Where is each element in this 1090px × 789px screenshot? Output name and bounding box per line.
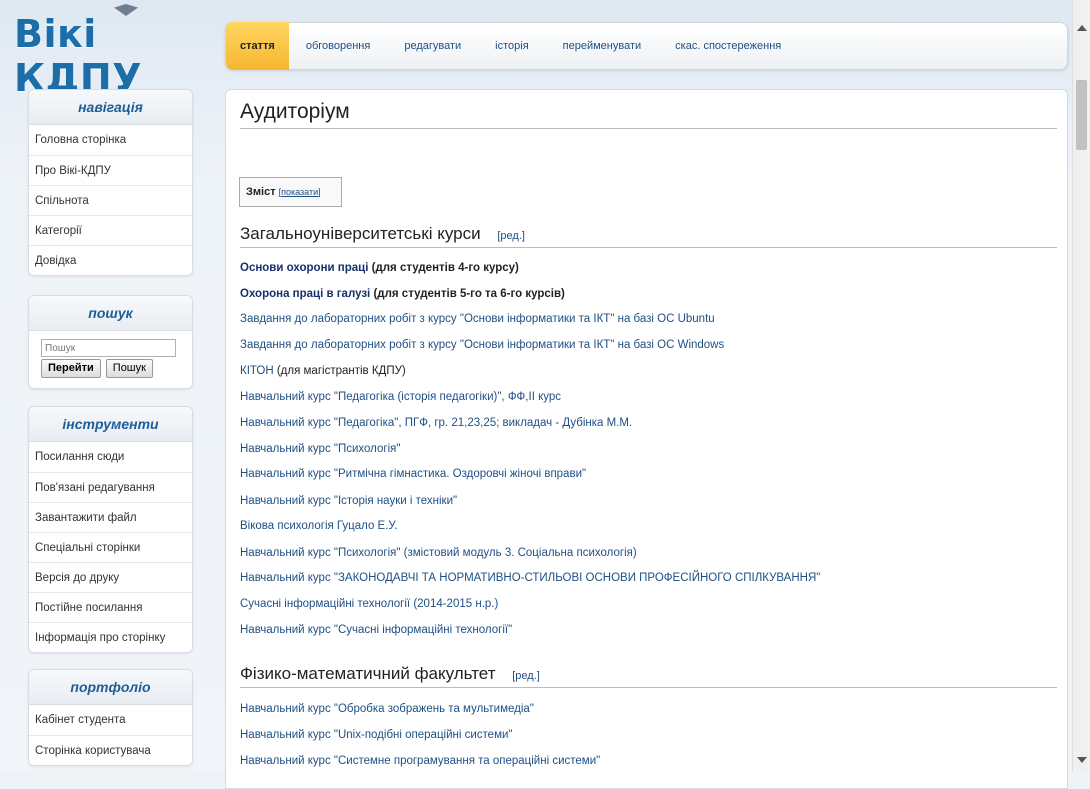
section-title: Фізико-математичний факультет [240,664,496,683]
search-button[interactable]: Пошук [105,359,153,378]
entry-link[interactable]: Навчальний курс "Педагогіка", ПГФ, гр. 2… [240,417,632,429]
list-item: Навчальний курс "Системне програмування … [240,755,600,767]
scrollbar-thumb[interactable] [1076,80,1087,150]
entry-link[interactable]: Навчальний курс "Сучасні інформаційні те… [240,624,512,636]
page-title: Аудиторіум [240,100,1057,129]
site-logo-text: Вікі КДПУ [14,12,143,100]
toc-label: Зміст [246,186,276,198]
section-heading: Загальноуніверситетські курси [ред.] [240,224,1057,248]
navigation-title: навігація [29,90,192,125]
entry-link[interactable]: Вікова психологія Гуцало Е.У. [240,520,397,532]
entry-link[interactable]: Сучасні інформаційні технології (2014-20… [240,598,498,610]
entry-note: (для студентів 4-го курсу) [368,262,519,274]
list-item: КІТОН (для магістрантів КДПУ) [240,365,406,377]
section-title: Загальноуніверситетські курси [240,224,481,243]
portfolio-item-user-page[interactable]: Сторінка користувача [29,735,192,765]
list-item: Завдання до лабораторних робіт з курсу "… [240,313,715,325]
portfolio-title: портфоліо [29,670,192,705]
scroll-down-icon[interactable] [1077,757,1087,763]
portfolio-panel: портфоліо Кабінет студента Сторінка кори… [28,669,193,766]
search-title: пошук [29,296,192,331]
entry-link[interactable]: Навчальний курс "Психологія" (змістовий … [240,547,637,559]
tab-discussion[interactable]: обговорення [289,22,388,70]
tools-item-upload-file[interactable]: Завантажити файл [29,502,192,532]
entry-link[interactable]: Навчальний курс "ЗАКОНОДАВЧІ ТА НОРМАТИВ… [240,572,820,584]
section-edit-link[interactable]: [ред.] [497,230,525,242]
tab-edit[interactable]: редагувати [387,22,478,70]
list-item: Навчальний курс "Психологія" (змістовий … [240,547,637,559]
list-item: Навчальний курс "Unix-подібні операційні… [240,729,513,741]
navigation-panel: навігація Головна сторінка Про Вікі-КДПУ… [28,89,193,276]
entry-link[interactable]: Охорона праці в галузі [240,288,370,300]
entry-link[interactable]: Навчальний курс "Unix-подібні операційні… [240,729,513,741]
list-item: Охорона праці в галузі (для студентів 5-… [240,288,565,300]
search-panel: пошук Перейти Пошук [28,295,193,389]
entry-link[interactable]: Завдання до лабораторних робіт з курсу "… [240,313,715,325]
entry-note: (для студентів 5-го та 6-го курсів) [370,288,565,300]
tools-item-related-changes[interactable]: Пов'язані редагування [29,472,192,502]
nav-item-main-page[interactable]: Головна сторінка [29,125,192,155]
section-heading: Фізико-математичний факультет [ред.] [240,664,1057,688]
tools-item-printable-version[interactable]: Версія до друку [29,562,192,592]
entry-link[interactable]: Основи охорони праці [240,262,368,274]
list-item: Навчальний курс "Історія науки і техніки… [240,495,457,507]
list-item: Сучасні інформаційні технології (2014-20… [240,598,498,610]
list-item: Основи охорони праці (для студентів 4-го… [240,262,519,274]
entry-link[interactable]: Навчальний курс "Психологія" [240,443,400,455]
toc-toggle-link[interactable]: показати [281,187,318,197]
site-logo[interactable]: Вікі КДПУ [14,4,224,100]
nav-item-about[interactable]: Про Вікі-КДПУ [29,155,192,185]
list-item: Вікова психологія Гуцало Е.У. [240,520,397,532]
tools-item-page-info[interactable]: Інформація про сторінку [29,622,192,652]
table-of-contents: Зміст [показати] [239,177,342,207]
search-input[interactable] [41,339,176,357]
tab-rename[interactable]: перейменувати [546,22,659,70]
nav-item-help[interactable]: Довідка [29,245,192,275]
page-tabs: стаття обговорення редагувати історія пе… [225,22,1068,70]
tools-item-permanent-link[interactable]: Постійне посилання [29,592,192,622]
portfolio-item-student-cabinet[interactable]: Кабінет студента [29,705,192,735]
tools-title: інструменти [29,407,192,442]
entry-link[interactable]: Навчальний курс "Системне програмування … [240,755,600,767]
main-content: Аудиторіум Зміст [показати] Загальноунів… [225,89,1068,789]
entry-link[interactable]: КІТОН [240,365,274,377]
tools-item-what-links-here[interactable]: Посилання сюди [29,442,192,472]
list-item: Навчальний курс "ЗАКОНОДАВЧІ ТА НОРМАТИВ… [240,572,820,584]
list-item: Навчальний курс "Психологія" [240,443,400,455]
entry-link[interactable]: Навчальний курс "Ритмічна гімнастика. Оз… [240,468,586,480]
nav-item-categories[interactable]: Категорії [29,215,192,245]
list-item: Навчальний курс "Ритмічна гімнастика. Оз… [240,468,586,480]
list-item: Завдання до лабораторних робіт з курсу "… [240,339,724,351]
list-item: Навчальний курс "Педагогіка", ПГФ, гр. 2… [240,417,632,429]
scroll-up-icon[interactable] [1077,25,1087,31]
toc-toggle[interactable]: [показати] [279,187,321,197]
list-item: Навчальний курс "Педагогіка (історія пед… [240,391,561,403]
entry-link[interactable]: Завдання до лабораторних робіт з курсу "… [240,339,724,351]
tab-unwatch[interactable]: скас. спостереження [658,22,798,70]
entry-link[interactable]: Навчальний курс "Обробка зображень та му… [240,703,534,715]
vertical-scrollbar[interactable] [1072,0,1090,771]
entry-link[interactable]: Навчальний курс "Історія науки і техніки… [240,495,457,507]
tools-item-special-pages[interactable]: Спеціальні сторінки [29,532,192,562]
tab-history[interactable]: історія [478,22,546,70]
tab-article[interactable]: стаття [226,22,289,70]
list-item: Навчальний курс "Обробка зображень та му… [240,703,534,715]
list-item: Навчальний курс "Сучасні інформаційні те… [240,624,512,636]
nav-item-community[interactable]: Спільнота [29,185,192,215]
section-edit-link[interactable]: [ред.] [512,670,540,682]
entry-note: (для магістрантів КДПУ) [273,365,406,377]
entry-link[interactable]: Навчальний курс "Педагогіка (історія пед… [240,391,561,403]
tools-panel: інструменти Посилання сюди Пов'язані ред… [28,406,193,653]
go-button[interactable]: Перейти [41,359,101,378]
